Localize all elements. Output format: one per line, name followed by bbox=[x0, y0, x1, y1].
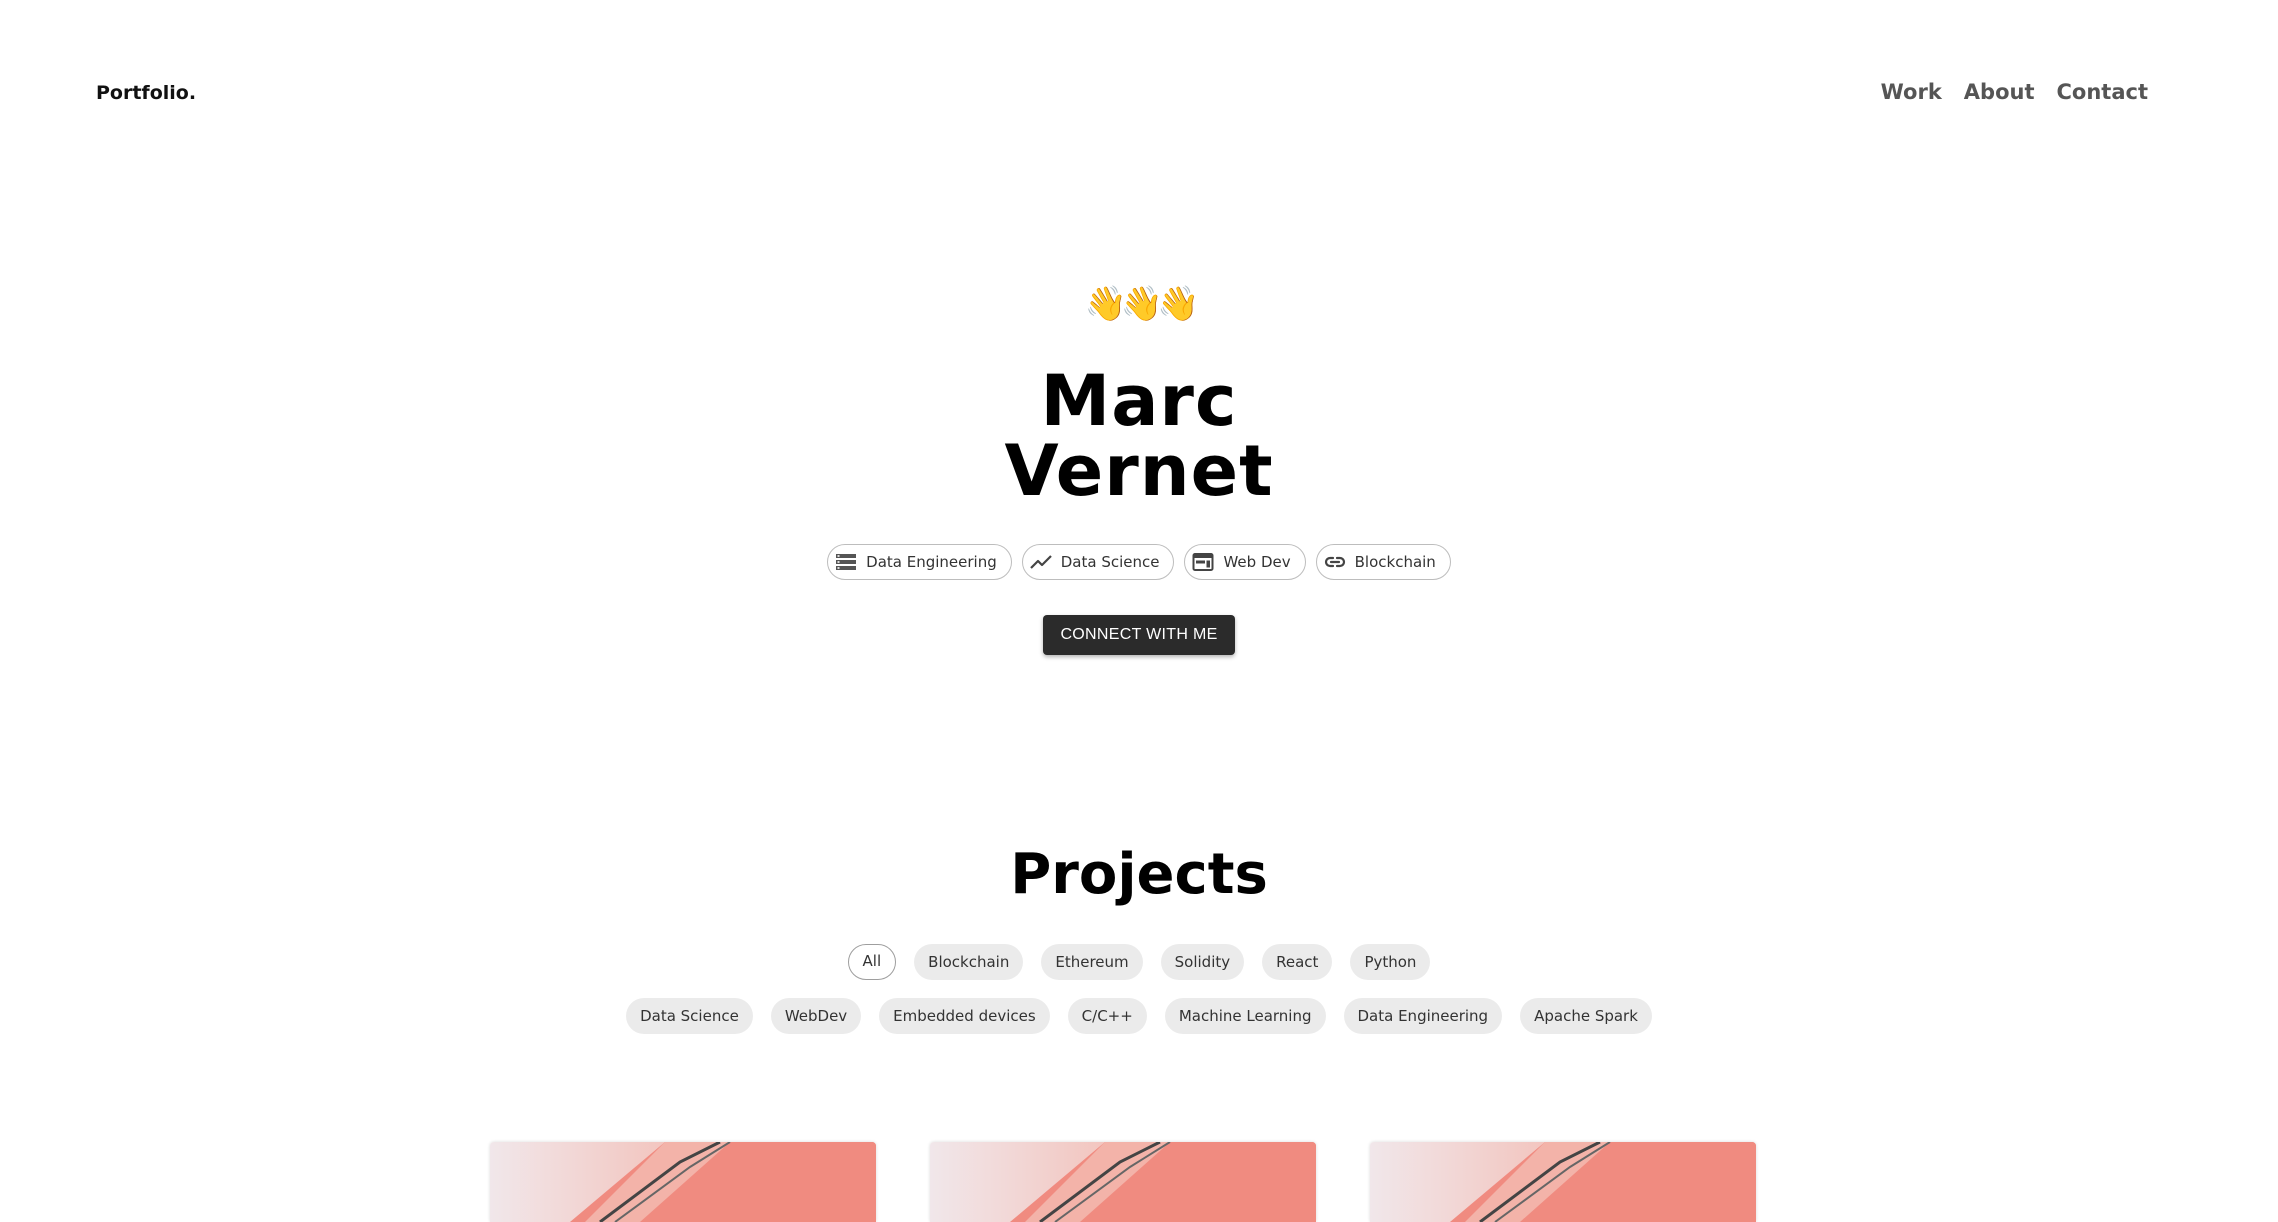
filter-chip-data-science[interactable]: Data Science bbox=[626, 998, 753, 1034]
hero-section: 👋👋👋 Marc Vernet Data Engineering Data Sc… bbox=[0, 280, 2278, 655]
skill-label: Data Engineering bbox=[866, 553, 997, 571]
filter-chip-blockchain[interactable]: Blockchain bbox=[914, 944, 1024, 980]
main-nav: Work About Contact bbox=[1881, 80, 2148, 104]
skill-tag-data-engineering: Data Engineering bbox=[827, 544, 1012, 580]
project-card[interactable] bbox=[1370, 1142, 1756, 1222]
trending-line-icon bbox=[1029, 550, 1053, 574]
filter-chip-python[interactable]: Python bbox=[1350, 944, 1431, 980]
filter-chip-all[interactable]: All bbox=[847, 944, 897, 980]
skill-tag-web-dev: Web Dev bbox=[1184, 544, 1306, 580]
projects-title: Projects bbox=[1010, 842, 1268, 907]
skill-label: Web Dev bbox=[1223, 553, 1291, 571]
waving-hands-emoji: 👋👋👋 bbox=[1084, 284, 1199, 324]
filter-chip-solidity[interactable]: Solidity bbox=[1160, 944, 1245, 980]
hero-last-name: Vernet bbox=[1004, 430, 1274, 512]
filter-chip-react[interactable]: React bbox=[1262, 944, 1333, 980]
filter-chip-data-engineering[interactable]: Data Engineering bbox=[1343, 998, 1503, 1034]
nav-link-about[interactable]: About bbox=[1964, 80, 2035, 104]
link-icon bbox=[1323, 550, 1347, 574]
projects-section: Projects All Blockchain Ethereum Solidit… bbox=[0, 840, 2278, 1034]
filter-chip-c-cpp[interactable]: C/C++ bbox=[1067, 998, 1147, 1034]
filter-chip-machine-learning[interactable]: Machine Learning bbox=[1164, 998, 1326, 1034]
skill-tag-data-science: Data Science bbox=[1021, 544, 1175, 580]
skill-tag-blockchain: Blockchain bbox=[1315, 544, 1451, 580]
connect-with-me-button[interactable]: CONNECT WITH ME bbox=[1043, 615, 1235, 655]
skill-label: Blockchain bbox=[1354, 553, 1436, 571]
hero-name: Marc Vernet bbox=[0, 366, 2278, 506]
filter-chip-ethereum[interactable]: Ethereum bbox=[1041, 944, 1143, 980]
project-card[interactable] bbox=[930, 1142, 1316, 1222]
hero-first-name: Marc bbox=[1040, 360, 1238, 442]
filter-row-2: Data Science WebDev Embedded devices C/C… bbox=[0, 998, 2278, 1034]
project-cards bbox=[490, 1142, 1756, 1222]
nav-link-work[interactable]: Work bbox=[1881, 80, 1942, 104]
skill-label: Data Science bbox=[1060, 553, 1160, 571]
site-header: Portfolio. Work About Contact bbox=[0, 0, 2278, 190]
storage-icon bbox=[834, 550, 858, 574]
project-card[interactable] bbox=[490, 1142, 876, 1222]
filter-chip-apache-spark[interactable]: Apache Spark bbox=[1520, 998, 1652, 1034]
brand-logo[interactable]: Portfolio. bbox=[96, 82, 196, 104]
nav-link-contact[interactable]: Contact bbox=[2057, 80, 2149, 104]
filter-chip-embedded-devices[interactable]: Embedded devices bbox=[879, 998, 1050, 1034]
filter-row-1: All Blockchain Ethereum Solidity React P… bbox=[0, 944, 2278, 980]
project-thumbnail-image bbox=[1370, 1142, 1756, 1222]
project-thumbnail-image bbox=[490, 1142, 876, 1222]
web-window-icon bbox=[1191, 550, 1215, 574]
filter-chip-webdev[interactable]: WebDev bbox=[770, 998, 862, 1034]
project-thumbnail-image bbox=[930, 1142, 1316, 1222]
skill-tags: Data Engineering Data Science Web Dev Bl… bbox=[0, 544, 2278, 580]
